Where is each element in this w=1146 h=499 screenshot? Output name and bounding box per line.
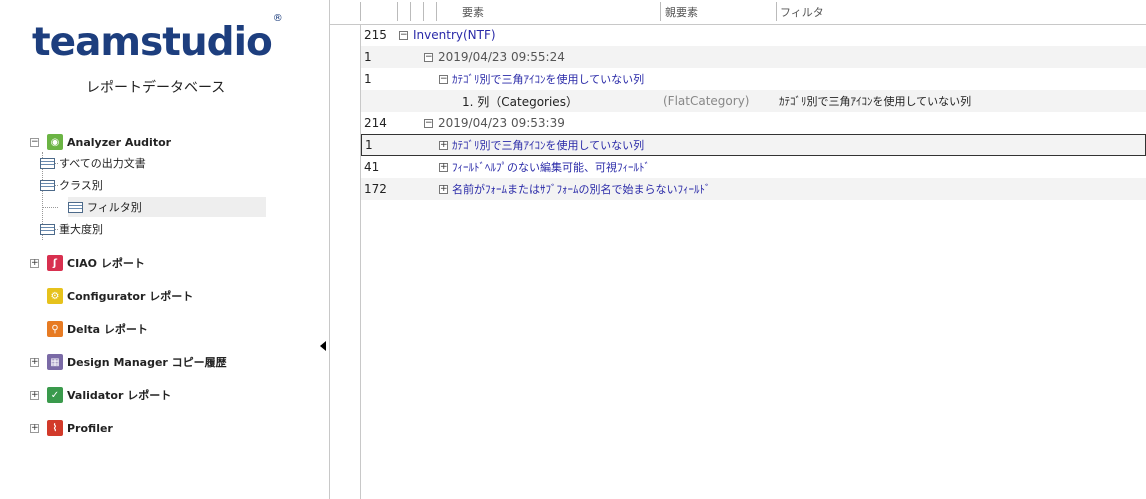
table-row[interactable]: 214 − 2019/04/23 09:53:39	[361, 112, 1146, 134]
teamstudio-logo: teamstudio®	[32, 13, 283, 65]
expand-icon[interactable]: +	[30, 390, 39, 400]
column-divider[interactable]	[776, 2, 777, 21]
expand-icon[interactable]: +	[439, 184, 448, 194]
profiler-icon: ⌇	[47, 420, 63, 436]
column-divider[interactable]	[436, 2, 437, 21]
table-row[interactable]: 215 − Inventry(NTF)	[361, 24, 1146, 46]
expand-icon[interactable]: +	[30, 258, 39, 268]
collapse-icon[interactable]: −	[439, 74, 448, 84]
nav-design-manager-history[interactable]: + ▦ Design Manager コピー履歴	[30, 352, 227, 372]
collapse-pane-icon[interactable]	[320, 341, 326, 351]
view-icon	[40, 179, 55, 191]
collapse-icon[interactable]: −	[30, 137, 39, 147]
nav-analyzer-auditor[interactable]: − ◉ Analyzer Auditor	[30, 132, 171, 152]
ciao-icon: ʃ	[47, 255, 63, 271]
table-row[interactable]: 1 + ｶﾃｺﾞﾘ別で三角ｱｲｺﾝを使用していない列	[361, 134, 1146, 156]
expand-icon[interactable]: +	[30, 423, 39, 433]
table-row[interactable]: 41 + ﾌｨｰﾙﾄﾞﾍﾙﾌﾟのない編集可能、可視ﾌｨｰﾙﾄﾞ	[361, 156, 1146, 178]
view-icon	[68, 201, 83, 213]
column-header: 要素 親要素 フィルタ	[330, 0, 1146, 25]
nav-delta-report[interactable]: ⚲ Delta レポート	[30, 319, 148, 339]
column-divider[interactable]	[360, 2, 361, 21]
column-header-filter[interactable]: フィルタ	[780, 4, 824, 20]
column-header-parent[interactable]: 親要素	[665, 4, 698, 20]
column-divider[interactable]	[423, 2, 424, 21]
column-header-element[interactable]: 要素	[462, 4, 484, 20]
nav-item-by-severity[interactable]: 重大度別	[40, 219, 236, 239]
collapse-icon[interactable]: −	[424, 52, 433, 62]
collapse-icon[interactable]: −	[424, 118, 433, 128]
design-manager-icon: ▦	[47, 354, 63, 370]
table-row[interactable]: 172 + 名前がﾌｫｰﾑまたはｻﾌﾞﾌｫｰﾑの別名で始まらないﾌｨｰﾙﾄﾞ	[361, 178, 1146, 200]
nav-ciao-report[interactable]: + ʃ CIAO レポート	[30, 253, 145, 273]
delta-icon: ⚲	[47, 321, 63, 337]
validator-icon: ✓	[47, 387, 63, 403]
nav-validator-report[interactable]: + ✓ Validator レポート	[30, 385, 171, 405]
column-divider[interactable]	[660, 2, 661, 21]
nav-profiler[interactable]: + ⌇ Profiler	[30, 418, 113, 438]
nav-item-by-class[interactable]: クラス別	[40, 175, 236, 195]
analyzer-auditor-icon: ◉	[47, 134, 63, 150]
nav-item-by-filter[interactable]: フィルタ別	[68, 197, 266, 217]
collapse-icon[interactable]: −	[399, 30, 408, 40]
expand-icon[interactable]: +	[439, 140, 448, 150]
table-row[interactable]: 1. 列（Categories） (FlatCategory) ｶﾃｺﾞﾘ別で三…	[361, 90, 1146, 112]
column-divider[interactable]	[397, 2, 398, 21]
nav-item-all-documents[interactable]: すべての出力文書	[40, 153, 236, 173]
view-icon	[40, 157, 55, 169]
expand-icon[interactable]: +	[30, 357, 39, 367]
table-row[interactable]: 1 − 2019/04/23 09:55:24	[361, 46, 1146, 68]
navigation-pane: teamstudio® レポートデータベース − ◉ Analyzer Audi…	[0, 0, 330, 499]
database-subtitle: レポートデータベース	[86, 80, 226, 96]
expand-icon[interactable]: +	[439, 162, 448, 172]
view-pane: 要素 親要素 フィルタ 215 − Inventry(NTF) 1 − 2019…	[330, 0, 1146, 499]
nav-configurator-report[interactable]: ⚙ Configurator レポート	[30, 286, 193, 306]
view-icon	[40, 223, 55, 235]
table-row[interactable]: 1 − ｶﾃｺﾞﾘ別で三角ｱｲｺﾝを使用していない列	[361, 68, 1146, 90]
configurator-icon: ⚙	[47, 288, 63, 304]
column-divider[interactable]	[410, 2, 411, 21]
tree-connector	[42, 207, 58, 208]
